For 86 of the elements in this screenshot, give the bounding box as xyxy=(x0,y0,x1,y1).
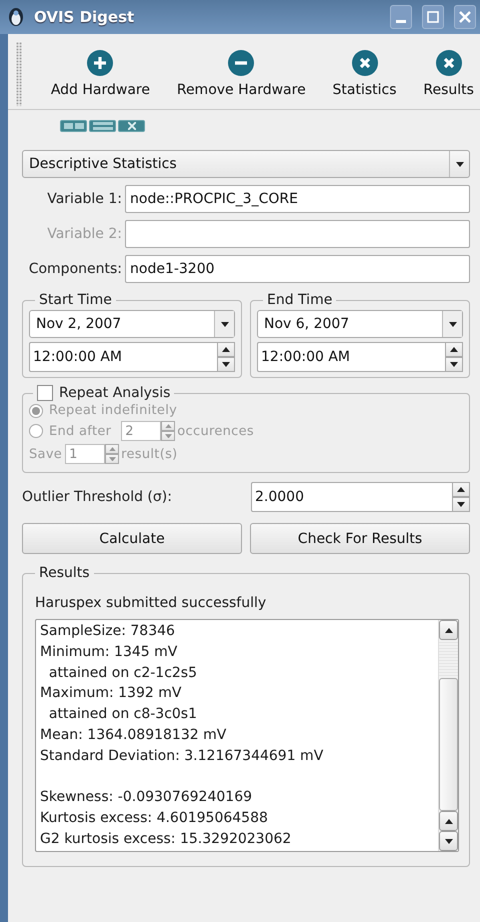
up-arrow-icon xyxy=(164,424,172,428)
scroll-up-button[interactable] xyxy=(439,811,458,831)
result-line: Skewness: -0.0930769240169 xyxy=(40,788,254,808)
unit-label: occurences xyxy=(177,424,254,438)
analysis-dropdown[interactable]: Descriptive Statistics xyxy=(22,150,470,178)
field-label: Components: xyxy=(28,261,122,277)
input-field[interactable] xyxy=(125,220,470,248)
up-arrow-icon xyxy=(222,347,230,352)
plus-icon xyxy=(87,50,114,76)
step-down-button[interactable] xyxy=(217,357,235,372)
up-arrow-icon xyxy=(444,628,452,632)
results-text-area[interactable] xyxy=(35,619,459,852)
result-line: SampleSize: 78346 xyxy=(40,622,176,641)
date-dropdown[interactable]: Nov 6, 2007 xyxy=(257,310,463,338)
group-title: Start Time xyxy=(38,292,113,308)
toolbar-button[interactable]: Remove Hardware xyxy=(174,46,308,102)
up-arrow-icon xyxy=(450,347,458,352)
threshold-field[interactable]: 2.0000 xyxy=(251,482,452,512)
stacked-view-button[interactable] xyxy=(89,120,116,132)
rows-icon xyxy=(92,122,112,130)
close-icon xyxy=(459,11,471,23)
down-arrow-icon xyxy=(222,362,230,367)
minimize-button[interactable] xyxy=(390,5,412,29)
time-field[interactable]: 12:00:00 AM xyxy=(257,342,445,372)
toolbar-grip[interactable] xyxy=(16,42,22,106)
up-arrow-icon xyxy=(108,446,116,452)
action-button[interactable]: Check For Results xyxy=(250,523,470,554)
step-down-button[interactable] xyxy=(445,357,463,372)
result-line: Kurtosis excess: 4.60195064588 xyxy=(40,808,269,828)
up-arrow-icon xyxy=(444,818,452,824)
result-line: Mean: 1364.08918132 mV xyxy=(40,726,228,745)
radio-label: End after xyxy=(49,424,112,438)
maximize-button[interactable] xyxy=(422,5,444,29)
checkbox-label: Repeat Analysis xyxy=(59,385,170,401)
group-title: End Time xyxy=(266,292,334,308)
result-line: attained on c2-1c2s5 xyxy=(48,664,198,683)
down-arrow-icon xyxy=(444,838,452,844)
scroll-thumb[interactable] xyxy=(439,678,458,811)
window-title: OVIS Digest xyxy=(34,8,136,26)
field-label: Variable 2: xyxy=(46,226,122,242)
caret-icon xyxy=(456,162,464,166)
down-arrow-icon xyxy=(164,434,172,438)
close-icon xyxy=(128,122,136,130)
close-button[interactable] xyxy=(454,5,476,29)
scroll-down-button[interactable] xyxy=(439,831,458,851)
down-arrow-icon xyxy=(450,362,458,367)
result-line: Minimum: 1345 mV xyxy=(40,642,178,662)
split-view-button[interactable] xyxy=(60,120,87,132)
app-logo-icon xyxy=(8,7,24,27)
outlier-label: Outlier Threshold (σ): xyxy=(22,489,173,505)
step-up-button[interactable] xyxy=(217,342,235,357)
minus-icon xyxy=(228,50,254,76)
toolbar-button[interactable]: Statistics xyxy=(330,46,399,102)
minimize-icon xyxy=(396,20,406,23)
columns-icon xyxy=(64,123,84,129)
time-field[interactable]: 12:00:00 AM xyxy=(29,342,217,372)
step-up-button[interactable] xyxy=(445,342,463,357)
result-line: G2 kurtosis excess: 15.3292023062 xyxy=(40,830,292,849)
caret-icon xyxy=(448,322,456,326)
scroll-up-button[interactable] xyxy=(439,620,458,640)
toolbar-button[interactable]: Add Hardware xyxy=(48,46,152,102)
date-dropdown[interactable]: Nov 2, 2007 xyxy=(29,310,235,338)
scrollbar[interactable] xyxy=(438,620,458,851)
step-up-button[interactable] xyxy=(452,482,470,497)
caret-icon xyxy=(220,322,228,326)
radio-label: Repeat indefinitely xyxy=(49,403,178,418)
up-arrow-icon xyxy=(457,487,465,492)
action-button[interactable]: Calculate xyxy=(22,523,242,554)
down-arrow-icon xyxy=(457,502,465,507)
unit-label: result(s) xyxy=(121,446,178,462)
group-title: Results xyxy=(38,565,91,581)
close-view-button[interactable] xyxy=(118,120,145,132)
result-line: Standard Deviation: 3.12167344691 mV xyxy=(40,746,324,766)
result-line: attained on c8-3c0s1 xyxy=(48,705,198,724)
close-icon xyxy=(436,50,462,76)
result-line: Maximum: 1392 mV xyxy=(40,684,182,704)
down-arrow-icon xyxy=(108,456,116,462)
step-down-button[interactable] xyxy=(452,497,470,512)
field-label: Variable 1: xyxy=(46,191,122,207)
status-message: Haruspex submitted successfully xyxy=(35,595,268,611)
input-field[interactable]: node1-3200 xyxy=(125,255,470,283)
input-field[interactable]: node::PROCPIC_3_CORE xyxy=(125,185,470,213)
toolbar-button[interactable]: Results xyxy=(421,46,476,102)
save-label: Save xyxy=(29,446,62,462)
maximize-icon xyxy=(427,11,439,23)
close-icon xyxy=(352,50,378,76)
